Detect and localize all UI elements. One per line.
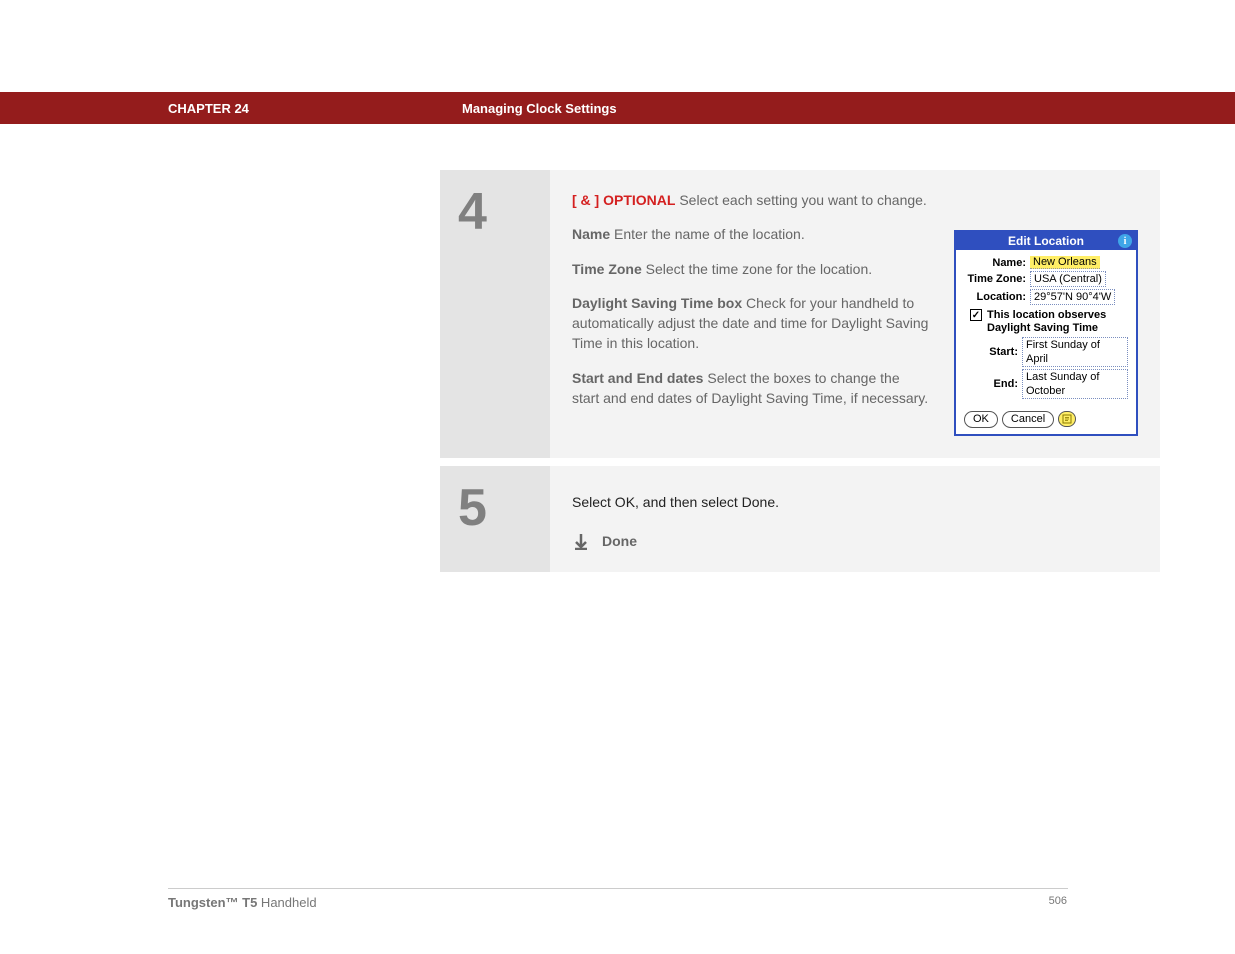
dialog-title: Edit Location xyxy=(1008,234,1084,248)
dialog-start-label: Start: xyxy=(982,346,1018,358)
optional-desc: Select each setting you want to change. xyxy=(675,192,926,208)
note-button[interactable] xyxy=(1058,411,1076,427)
step-number-5: 5 xyxy=(458,482,550,534)
page-number: 506 xyxy=(1049,895,1067,907)
product-name-bold: Tungsten™ T5 xyxy=(168,895,257,910)
dst-checkbox-label: This location observes Daylight Saving T… xyxy=(987,309,1128,335)
timezone-field-desc: Select the time zone for the location. xyxy=(642,261,872,277)
step-5-body: Select OK, and then select Done. Done xyxy=(550,466,1160,572)
edit-location-dialog: Edit Location i Name: New Orleans Time Z… xyxy=(954,230,1138,436)
chapter-label: CHAPTER 24 xyxy=(168,101,249,116)
step-5-instruction: Select OK, and then select Done. xyxy=(572,494,1138,510)
dialog-end-label: End: xyxy=(982,378,1018,390)
done-indicator: Done xyxy=(572,532,1138,550)
dialog-location-select[interactable]: 29°57'N 90°4'W xyxy=(1030,289,1115,305)
step-4-body: [ & ] OPTIONAL Select each setting you w… xyxy=(550,170,1160,458)
step-number-column: 5 xyxy=(440,466,550,572)
dialog-start-select[interactable]: First Sunday of April xyxy=(1022,337,1128,367)
dialog-titlebar: Edit Location i xyxy=(956,232,1136,250)
step-number-4: 4 xyxy=(458,186,550,238)
down-arrow-icon xyxy=(572,532,590,550)
dialog-timezone-label: Time Zone: xyxy=(964,273,1026,285)
name-field-desc: Enter the name of the location. xyxy=(610,226,805,242)
timezone-field-label: Time Zone xyxy=(572,261,642,277)
cancel-button[interactable]: Cancel xyxy=(1002,411,1054,428)
optional-tag: [ & ] OPTIONAL xyxy=(572,192,675,208)
dst-checkbox[interactable]: ✓ xyxy=(970,309,982,321)
chapter-header-bar: CHAPTER 24 Managing Clock Settings xyxy=(0,92,1235,124)
product-name-rest: Handheld xyxy=(257,895,316,910)
dialog-timezone-select[interactable]: USA (Central) xyxy=(1030,271,1106,287)
step-4: 4 [ & ] OPTIONAL Select each setting you… xyxy=(440,170,1160,458)
step-5: 5 Select OK, and then select Done. Done xyxy=(440,466,1160,572)
step-4-text: [ & ] OPTIONAL Select each setting you w… xyxy=(572,190,930,436)
footer-product: Tungsten™ T5 Handheld xyxy=(168,895,317,910)
dialog-end-select[interactable]: Last Sunday of October xyxy=(1022,369,1128,399)
info-icon[interactable]: i xyxy=(1118,234,1132,248)
footer-divider xyxy=(168,888,1068,889)
done-label: Done xyxy=(602,533,637,549)
startend-field-label: Start and End dates xyxy=(572,370,703,386)
dst-field-label: Daylight Saving Time box xyxy=(572,295,742,311)
page-title: Managing Clock Settings xyxy=(462,101,617,116)
step-number-column: 4 xyxy=(440,170,550,458)
steps-container: 4 [ & ] OPTIONAL Select each setting you… xyxy=(440,170,1160,580)
ok-button[interactable]: OK xyxy=(964,411,998,428)
dialog-location-label: Location: xyxy=(964,291,1026,303)
dialog-name-input[interactable]: New Orleans xyxy=(1030,256,1100,269)
dialog-name-label: Name: xyxy=(964,257,1026,269)
name-field-label: Name xyxy=(572,226,610,242)
